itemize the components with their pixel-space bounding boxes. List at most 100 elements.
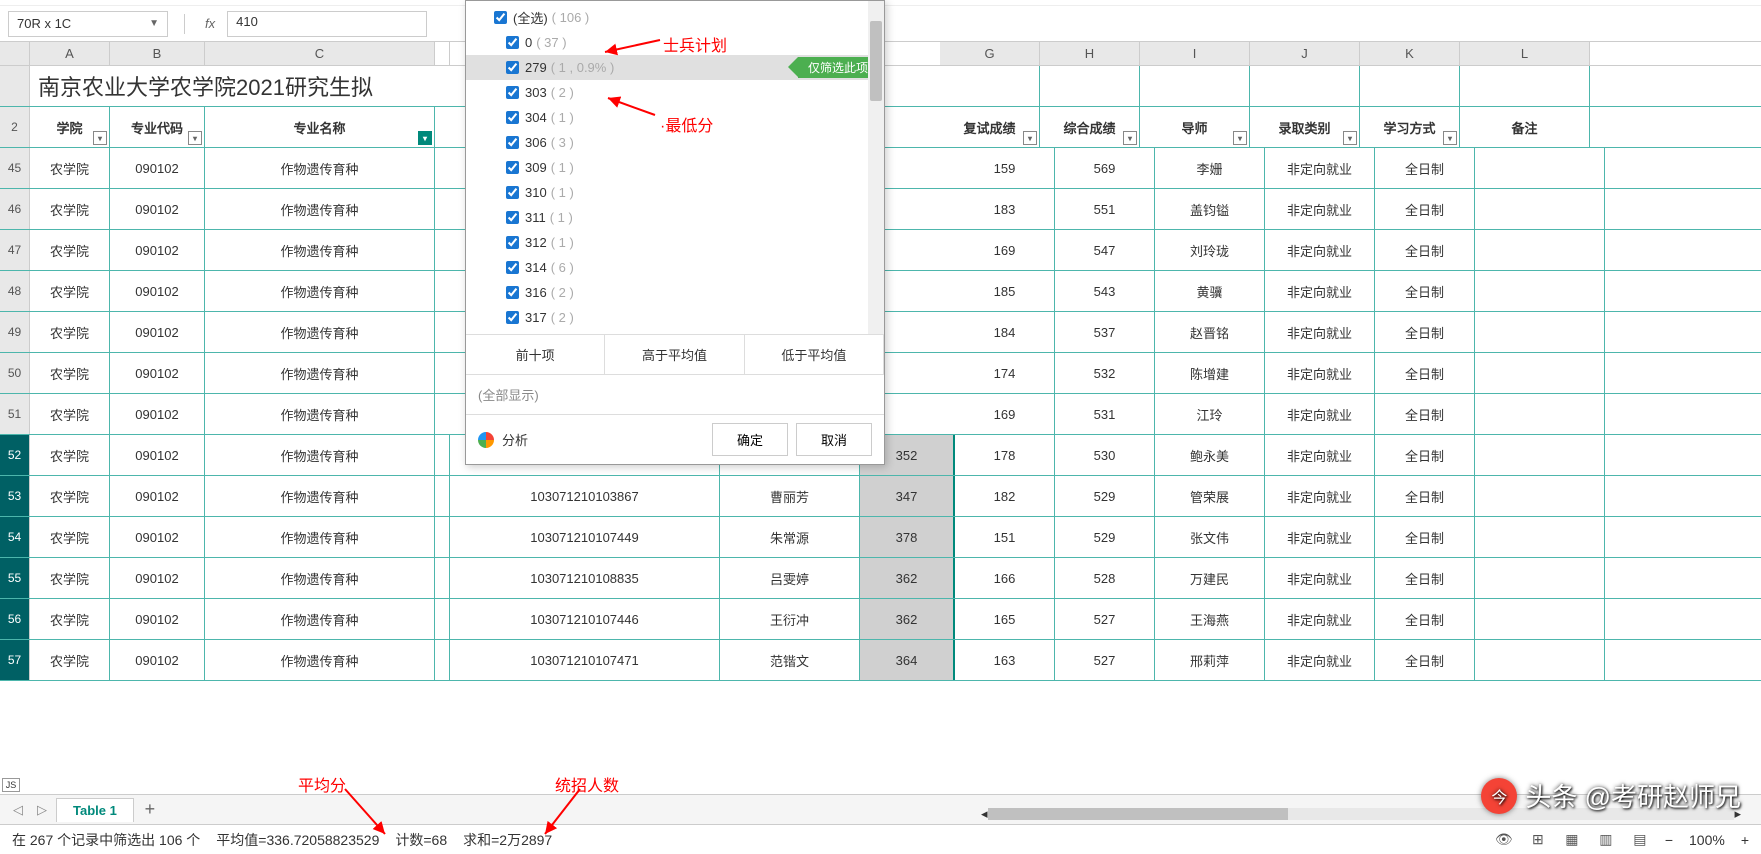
horizontal-scrollbar[interactable]: ◂▸: [981, 806, 1741, 822]
checkbox[interactable]: [506, 211, 519, 224]
cell[interactable]: 169: [955, 394, 1055, 434]
row-header[interactable]: [0, 66, 30, 106]
cell[interactable]: 非定向就业: [1265, 476, 1375, 516]
col-header-k[interactable]: K: [1360, 42, 1460, 65]
cell[interactable]: 529: [1055, 517, 1155, 557]
checkbox[interactable]: [506, 286, 519, 299]
checkbox[interactable]: [494, 11, 507, 24]
cell[interactable]: 全日制: [1375, 558, 1475, 598]
row-header[interactable]: 54: [0, 517, 30, 557]
cell[interactable]: 黄骥: [1155, 271, 1265, 311]
cell[interactable]: 090102: [110, 353, 205, 393]
cell[interactable]: 090102: [110, 640, 205, 680]
col-header-i[interactable]: I: [1140, 42, 1250, 65]
cell[interactable]: 作物遗传育种: [205, 394, 435, 434]
checkbox[interactable]: [506, 36, 519, 49]
cell[interactable]: 作物遗传育种: [205, 435, 435, 475]
checkbox[interactable]: [506, 161, 519, 174]
cell[interactable]: [1475, 394, 1605, 434]
cell[interactable]: 183: [955, 189, 1055, 229]
filter-icon[interactable]: ▾: [188, 131, 202, 145]
cell[interactable]: 090102: [110, 558, 205, 598]
cell[interactable]: 090102: [110, 189, 205, 229]
row-header[interactable]: 56: [0, 599, 30, 639]
view-break-icon[interactable]: ▤: [1631, 831, 1649, 849]
cell[interactable]: 农学院: [30, 148, 110, 188]
filter-only-this-badge[interactable]: 仅筛选此项: [798, 57, 878, 78]
cell[interactable]: 531: [1055, 394, 1155, 434]
checkbox[interactable]: [506, 236, 519, 249]
cell[interactable]: 万建民: [1155, 558, 1265, 598]
cell[interactable]: 非定向就业: [1265, 189, 1375, 229]
checkbox[interactable]: [506, 86, 519, 99]
filter-above-avg-button[interactable]: 高于平均值: [605, 335, 744, 374]
sheet-next-icon[interactable]: ▷: [32, 800, 52, 820]
cell[interactable]: [1475, 476, 1605, 516]
filter-icon[interactable]: ▾: [1233, 131, 1247, 145]
row-header[interactable]: 48: [0, 271, 30, 311]
cell[interactable]: 547: [1055, 230, 1155, 270]
cell[interactable]: 528: [1055, 558, 1155, 598]
cell[interactable]: [1475, 517, 1605, 557]
filter-icon[interactable]: ▾: [1023, 131, 1037, 145]
grid-icon[interactable]: ⊞: [1529, 831, 1547, 849]
view-page-icon[interactable]: ▥: [1597, 831, 1615, 849]
cell[interactable]: 530: [1055, 435, 1155, 475]
cell[interactable]: 农学院: [30, 640, 110, 680]
cell[interactable]: 作物遗传育种: [205, 517, 435, 557]
cell[interactable]: 151: [955, 517, 1055, 557]
cell[interactable]: 090102: [110, 599, 205, 639]
filter-item[interactable]: 303( 2 ): [466, 80, 884, 105]
cell[interactable]: 江玲: [1155, 394, 1265, 434]
cell[interactable]: 曹丽芳: [720, 476, 860, 516]
cell[interactable]: 作物遗传育种: [205, 271, 435, 311]
row-header[interactable]: 2: [0, 107, 30, 147]
cell[interactable]: 吕雯婷: [720, 558, 860, 598]
filter-icon[interactable]: ▾: [1123, 131, 1137, 145]
zoom-level[interactable]: 100%: [1689, 832, 1725, 848]
cell[interactable]: 非定向就业: [1265, 353, 1375, 393]
filter-icon[interactable]: ▾: [418, 131, 432, 145]
cell[interactable]: 364: [860, 640, 955, 680]
filter-icon[interactable]: ▾: [93, 131, 107, 145]
col-header-c[interactable]: C: [205, 42, 435, 65]
cell[interactable]: 鲍永美: [1155, 435, 1265, 475]
filter-below-avg-button[interactable]: 低于平均值: [745, 335, 884, 374]
cell[interactable]: 551: [1055, 189, 1155, 229]
cell[interactable]: 非定向就业: [1265, 435, 1375, 475]
cell[interactable]: 378: [860, 517, 955, 557]
zoom-out-icon[interactable]: −: [1665, 832, 1673, 848]
filter-item[interactable]: 304( 1 ): [466, 105, 884, 130]
cell[interactable]: 185: [955, 271, 1055, 311]
cell[interactable]: 作物遗传育种: [205, 558, 435, 598]
cell[interactable]: 赵晋铭: [1155, 312, 1265, 352]
cell[interactable]: 全日制: [1375, 435, 1475, 475]
checkbox[interactable]: [506, 111, 519, 124]
cell[interactable]: 盖钧镒: [1155, 189, 1265, 229]
cell[interactable]: 532: [1055, 353, 1155, 393]
cell[interactable]: 全日制: [1375, 640, 1475, 680]
row-header[interactable]: 53: [0, 476, 30, 516]
col-header-g[interactable]: G: [940, 42, 1040, 65]
cell[interactable]: 陈增建: [1155, 353, 1265, 393]
cell[interactable]: 174: [955, 353, 1055, 393]
cell[interactable]: 全日制: [1375, 517, 1475, 557]
cell[interactable]: 农学院: [30, 476, 110, 516]
cell[interactable]: 李姗: [1155, 148, 1265, 188]
cell[interactable]: [1475, 230, 1605, 270]
cell[interactable]: 527: [1055, 599, 1155, 639]
cell[interactable]: 543: [1055, 271, 1155, 311]
cell[interactable]: 全日制: [1375, 476, 1475, 516]
cell[interactable]: 090102: [110, 271, 205, 311]
eye-icon[interactable]: 👁: [1495, 831, 1513, 849]
cell[interactable]: 103071210108835: [450, 558, 720, 598]
cell[interactable]: [1475, 148, 1605, 188]
cell[interactable]: 农学院: [30, 353, 110, 393]
col-header-b[interactable]: B: [110, 42, 205, 65]
cell[interactable]: 农学院: [30, 189, 110, 229]
filter-item[interactable]: 306( 3 ): [466, 130, 884, 155]
cell[interactable]: 非定向就业: [1265, 599, 1375, 639]
analyze-button[interactable]: 分析: [502, 430, 704, 449]
cell[interactable]: 农学院: [30, 435, 110, 475]
cell[interactable]: [1475, 312, 1605, 352]
